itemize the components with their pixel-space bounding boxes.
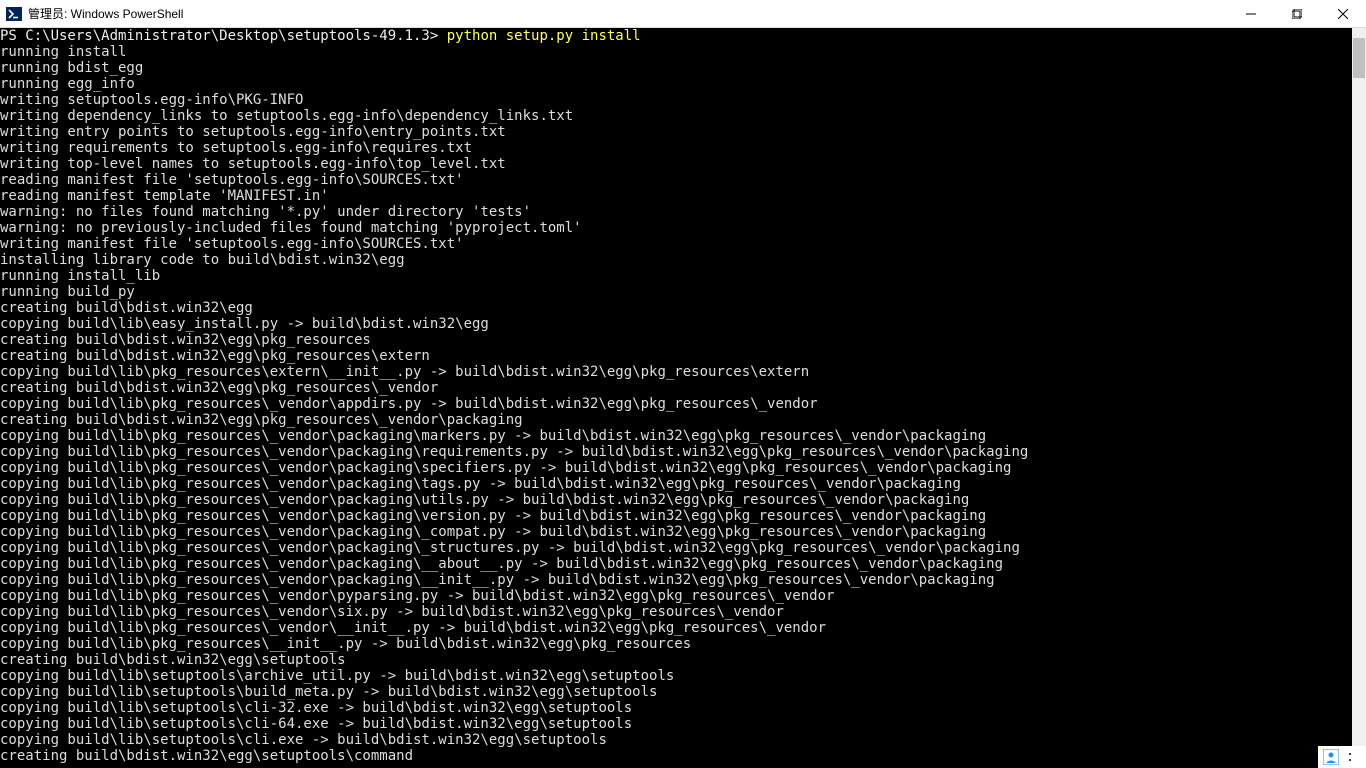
minimize-button[interactable] (1228, 0, 1274, 27)
prompt-text: PS C:\Users\Administrator\Desktop\setupt… (0, 28, 447, 44)
command-text: python setup.py install (447, 28, 641, 44)
terminal-viewport[interactable]: PS C:\Users\Administrator\Desktop\setupt… (0, 28, 1352, 768)
window-controls (1228, 0, 1366, 27)
window-title: 管理员: Windows PowerShell (28, 5, 1228, 22)
terminal-output: running install running bdist_egg runnin… (0, 44, 1352, 764)
tray-overflow-icon[interactable] (1344, 748, 1362, 766)
system-tray (1318, 746, 1366, 768)
powershell-icon (6, 6, 22, 22)
vertical-scrollbar[interactable] (1352, 28, 1366, 768)
maximize-button[interactable] (1274, 0, 1320, 27)
close-button[interactable] (1320, 0, 1366, 27)
tray-people-icon[interactable] (1322, 748, 1340, 766)
title-bar: 管理员: Windows PowerShell (0, 0, 1366, 28)
scrollbar-thumb[interactable] (1353, 38, 1365, 78)
